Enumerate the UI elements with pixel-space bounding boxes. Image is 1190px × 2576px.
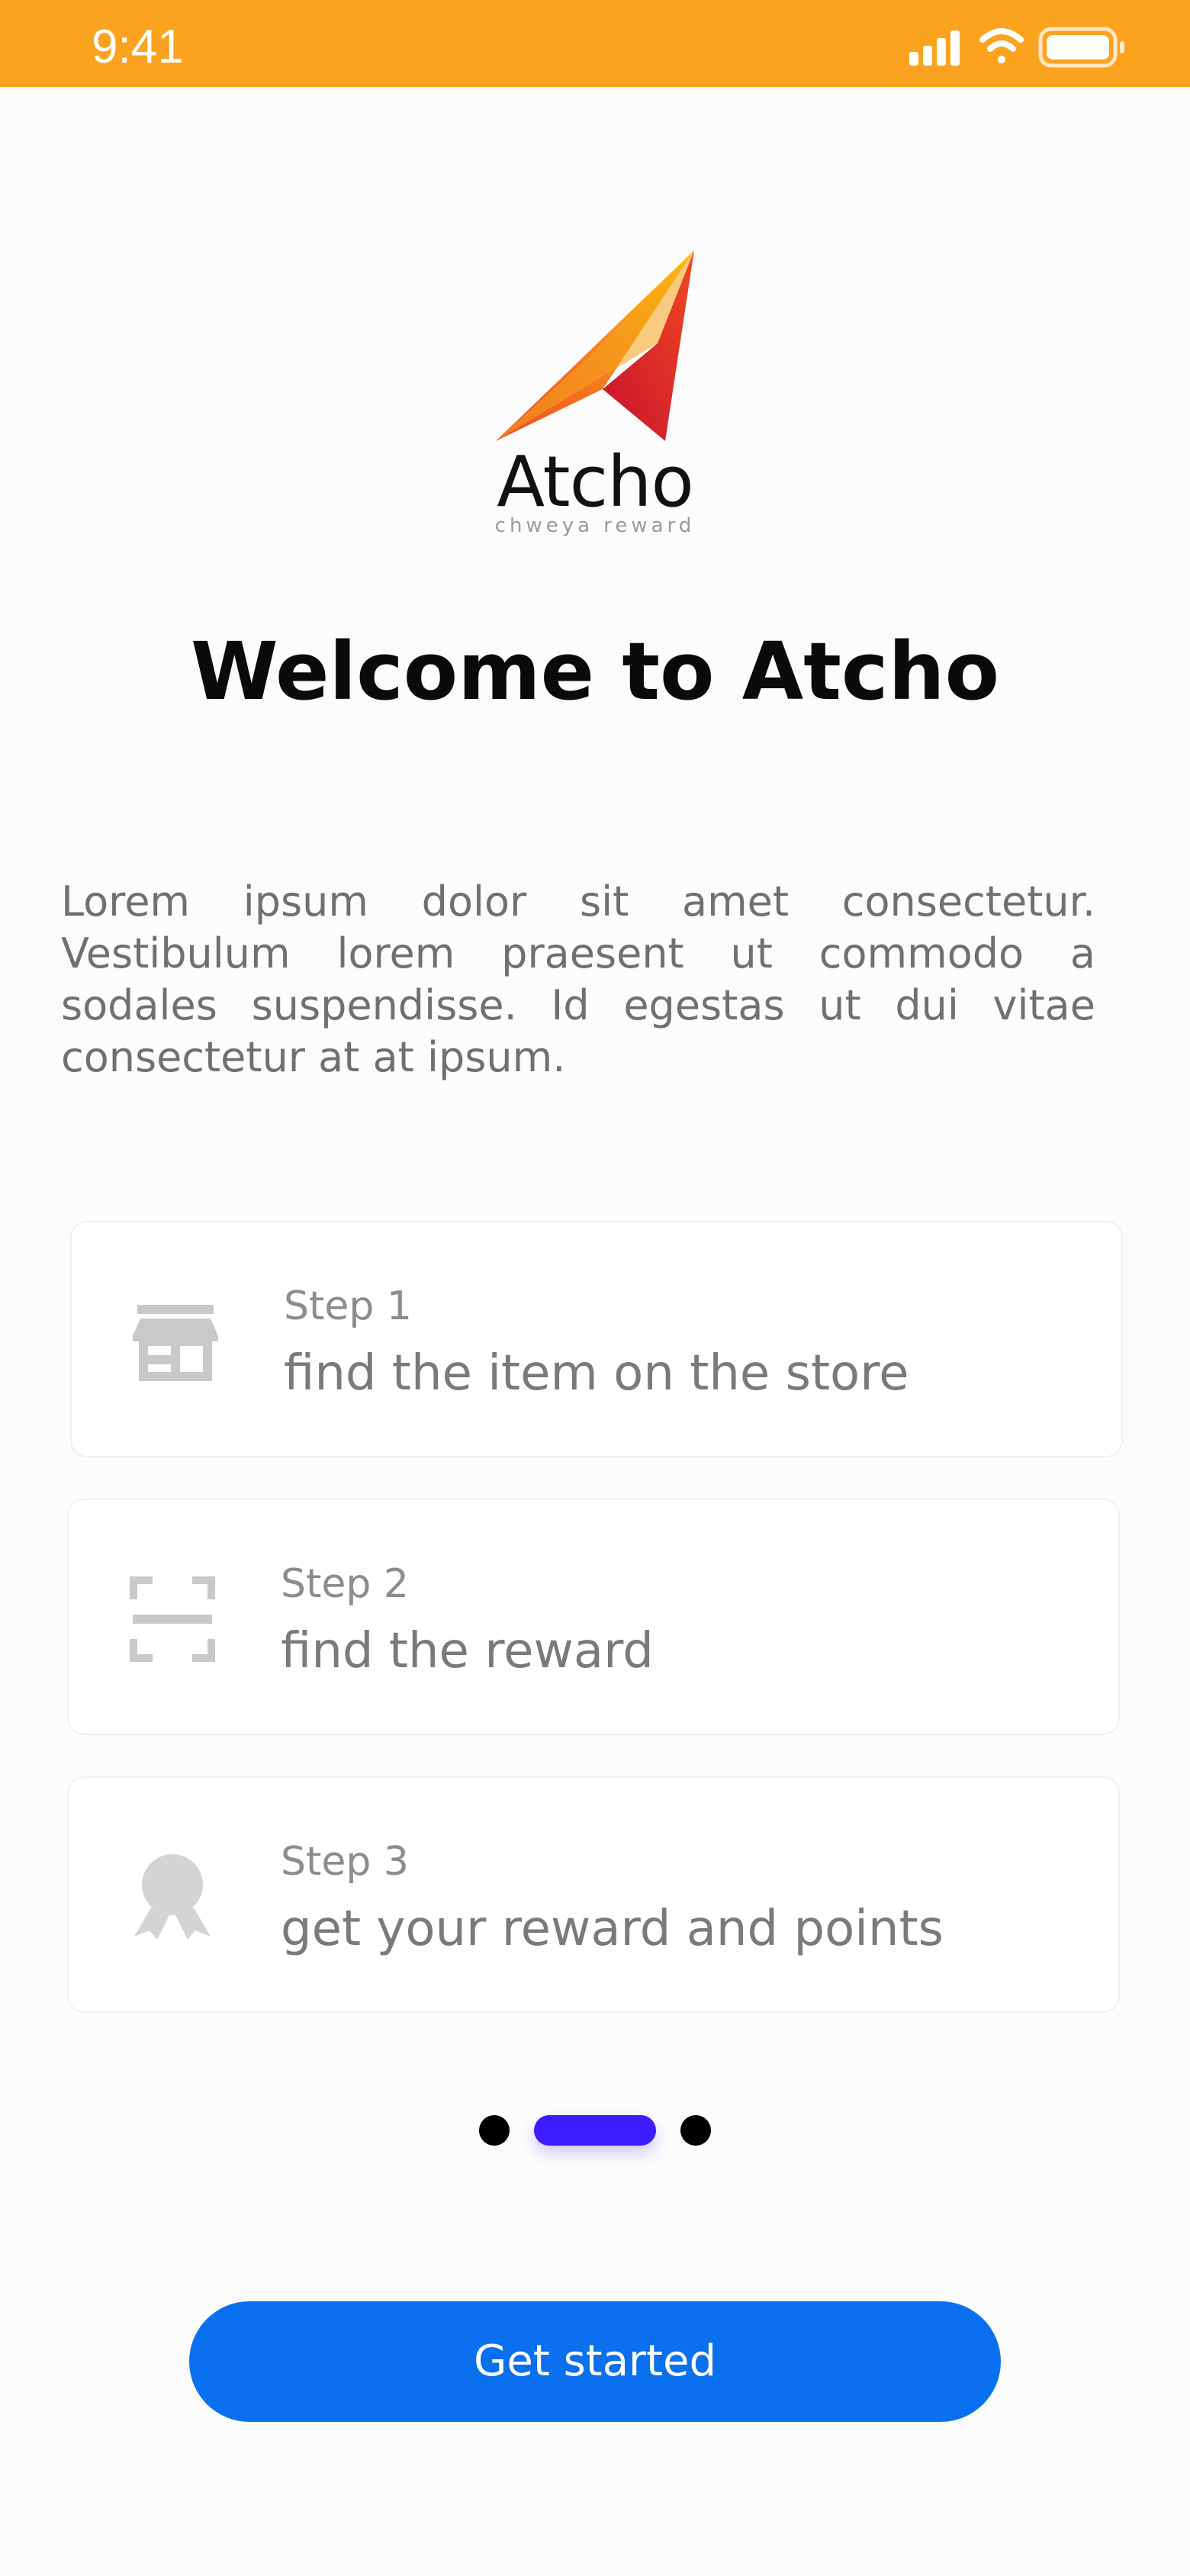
status-icons (909, 27, 1124, 68)
step-3-label: Step 3 (281, 1839, 410, 1885)
atcho-logo-icon (496, 250, 694, 441)
step-2-label: Step 2 (281, 1561, 410, 1607)
status-time: 9:41 (92, 21, 184, 73)
step-card-3: Step 3 get your reward and points (67, 1776, 1120, 2013)
wifi-icon (979, 28, 1024, 63)
pager-dot-1[interactable] (479, 2115, 510, 2146)
pager-dot-2-active[interactable] (534, 2115, 656, 2146)
brand-name: Atcho (497, 441, 694, 523)
scan-icon (130, 1576, 215, 1662)
pager-dot-3[interactable] (680, 2115, 711, 2146)
store-icon (133, 1305, 218, 1381)
battery-icon (1038, 27, 1124, 68)
step-3-text: get your reward and points (281, 1901, 944, 1957)
get-started-button[interactable]: Get started (189, 2301, 1001, 2422)
description-text: Lorem ipsum dolor sit amet consectetur. … (61, 877, 1095, 1081)
step-card-1: Step 1 find the item on the store (70, 1221, 1123, 1457)
step-1-label: Step 1 (284, 1283, 413, 1329)
step-card-2: Step 2 find the reward (67, 1499, 1120, 1735)
status-bar: 9:41 (0, 0, 1190, 87)
step-1-text: find the item on the store (284, 1345, 909, 1402)
page-title: Welcome to Atcho (190, 625, 1000, 718)
brand-tagline: chweya reward (494, 514, 696, 537)
award-icon (134, 1854, 211, 1940)
step-2-text: find the reward (281, 1623, 654, 1679)
signal-icon (909, 31, 960, 66)
